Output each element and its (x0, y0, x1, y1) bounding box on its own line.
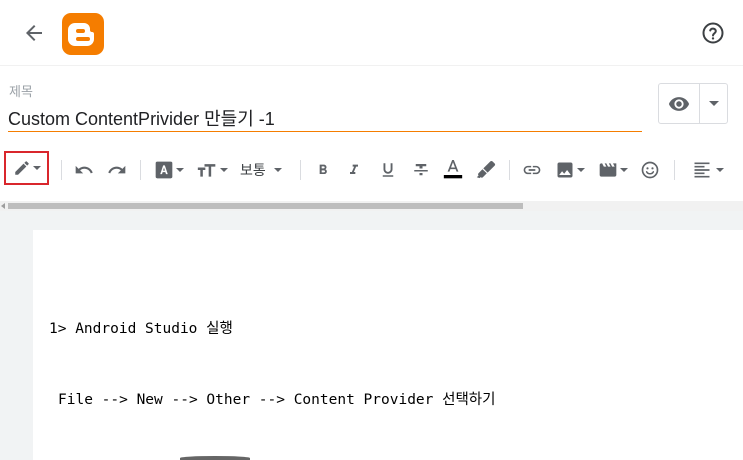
link-icon (523, 165, 541, 175)
preview-button[interactable] (659, 84, 699, 123)
caret-down-icon (220, 167, 228, 172)
divider (140, 160, 141, 180)
image-button[interactable] (555, 158, 585, 182)
underline-button[interactable] (379, 158, 397, 182)
highlight-button[interactable] (476, 158, 496, 182)
caret-down-icon (273, 167, 282, 172)
preview-group (658, 83, 728, 124)
image-icon (557, 162, 573, 178)
divider (509, 160, 510, 180)
strikethrough-icon (414, 164, 428, 176)
divider (300, 160, 301, 180)
arrow-left-icon[interactable] (22, 21, 46, 45)
emoji-button[interactable] (640, 158, 660, 182)
paragraph-style-label: 보통 (240, 162, 266, 178)
redo-icon (108, 165, 126, 174)
highlight-icon (476, 160, 496, 179)
text-color-button[interactable] (443, 158, 463, 182)
italic-button[interactable] (346, 158, 362, 182)
caret-down-icon (620, 167, 628, 172)
blogger-logo-icon[interactable] (62, 13, 104, 55)
top-bar (0, 0, 743, 66)
strikethrough-button[interactable] (412, 158, 430, 182)
caret-down-icon (176, 167, 184, 172)
post-title-input[interactable] (8, 104, 642, 132)
caret-down-icon (716, 167, 724, 172)
redo-button[interactable] (107, 158, 127, 182)
align-button[interactable] (692, 158, 724, 182)
font-icon (155, 161, 173, 179)
eye-icon (668, 96, 690, 111)
scroll-left-icon[interactable] (1, 203, 5, 209)
text-color-icon (443, 160, 463, 179)
content-line[interactable]: 1> Android Studio 실행 (49, 317, 233, 338)
bold-icon (319, 164, 327, 174)
caret-down-icon (708, 100, 719, 106)
italic-icon (350, 164, 358, 174)
link-button[interactable] (522, 158, 542, 182)
text-size-icon (197, 164, 216, 177)
undo-icon (75, 165, 93, 174)
horizontal-scrollbar[interactable] (0, 201, 743, 211)
embedded-image[interactable] (180, 456, 250, 460)
paragraph-style-dropdown[interactable]: 보통 (240, 158, 282, 182)
emoji-icon (641, 161, 659, 179)
bold-button[interactable] (315, 158, 331, 182)
divider (61, 160, 62, 180)
font-button[interactable] (154, 158, 184, 182)
editor-page[interactable] (33, 230, 743, 460)
video-icon (599, 163, 617, 177)
caret-down-icon (577, 167, 585, 172)
video-button[interactable] (598, 158, 628, 182)
undo-button[interactable] (74, 158, 94, 182)
preview-dropdown[interactable] (700, 84, 727, 123)
underline-icon (382, 163, 394, 177)
text-size-button[interactable] (196, 158, 228, 182)
formatting-toolbar: 보통 (0, 150, 743, 190)
content-line[interactable]: File --> New --> Other --> Content Provi… (58, 388, 495, 409)
help-circle-icon[interactable] (701, 21, 725, 45)
title-label: 제목 (9, 84, 33, 99)
divider (674, 160, 675, 180)
scrollbar-thumb[interactable] (8, 203, 523, 209)
align-left-icon (694, 162, 710, 178)
